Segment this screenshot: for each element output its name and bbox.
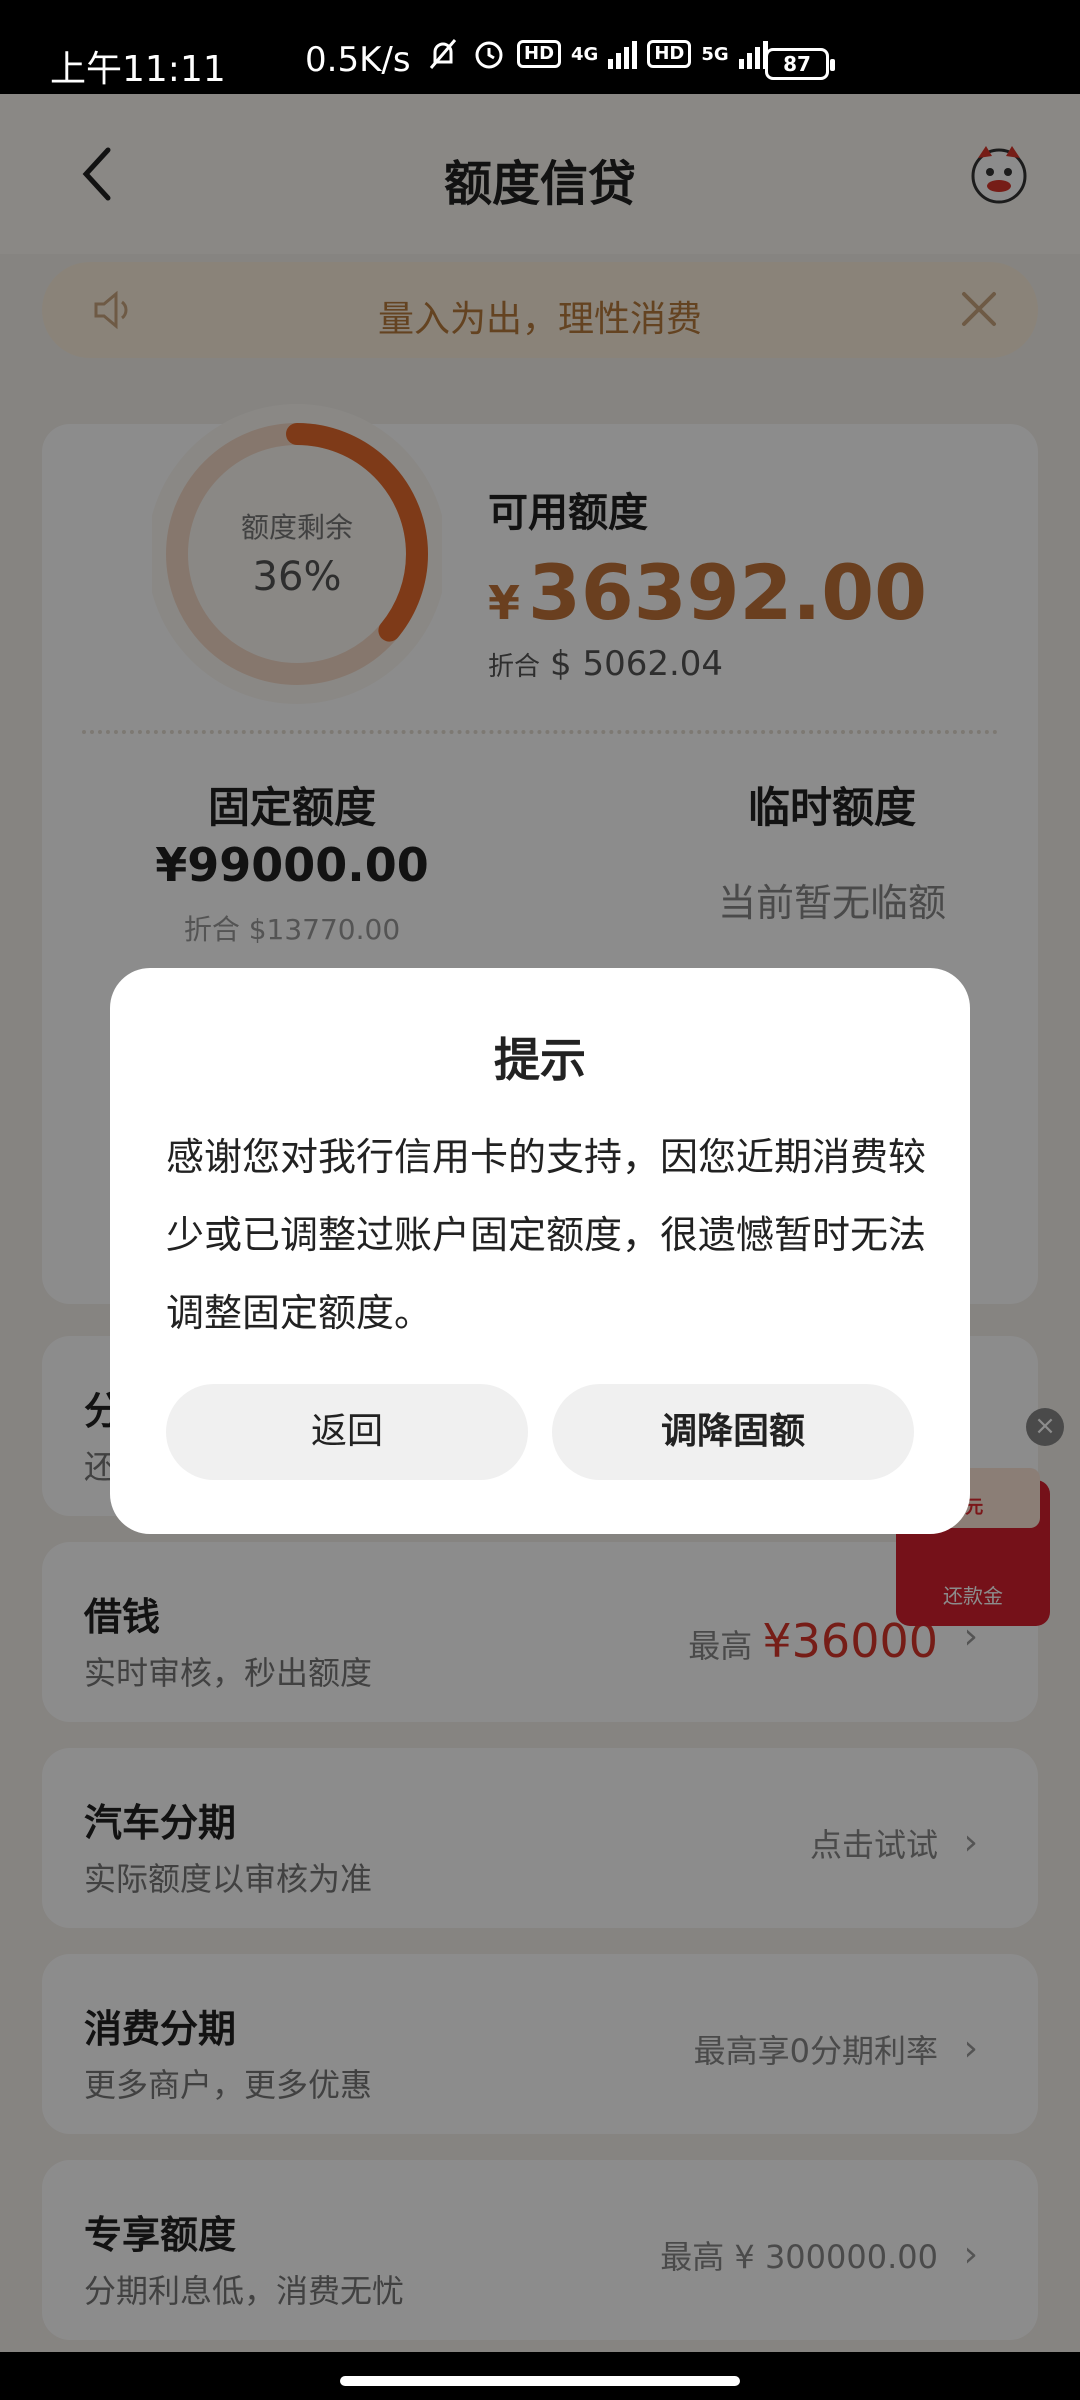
dialog-message: 感谢您对我行信用卡的支持，因您近期消费较少或已调整过账户固定额度，很遗憾暂时无法…: [166, 1135, 927, 1335]
reduce-limit-button[interactable]: 调降固额: [552, 1384, 914, 1480]
status-bar: 上午11:11 0.5K/s HD 4G HD 5G 87: [0, 0, 1080, 94]
status-network-speed: 0.5K/s: [305, 40, 411, 80]
status-icons: HD 4G HD 5G: [425, 36, 768, 72]
hd-badge: HD: [517, 40, 562, 68]
home-handle[interactable]: [340, 2376, 740, 2386]
network-5g: 5G: [701, 43, 729, 65]
dialog-title: 提示: [494, 1033, 586, 1087]
signal-bars-icon-2: [738, 39, 768, 69]
signal-bars-icon: [608, 39, 638, 69]
battery-icon: 87: [765, 48, 835, 80]
navigation-bar: [0, 2352, 1080, 2400]
status-time: 上午11:11: [50, 49, 226, 90]
network-4g: 4G: [571, 43, 599, 65]
alarm-icon: [475, 41, 503, 69]
hd-badge-2: HD: [647, 40, 692, 68]
back-button[interactable]: 返回: [166, 1384, 528, 1480]
prompt-dialog: 提示 感谢您对我行信用卡的支持，因您近期消费较少或已调整过账户固定额度，很遗憾暂…: [110, 968, 970, 1534]
mute-bell-icon: [429, 39, 457, 69]
